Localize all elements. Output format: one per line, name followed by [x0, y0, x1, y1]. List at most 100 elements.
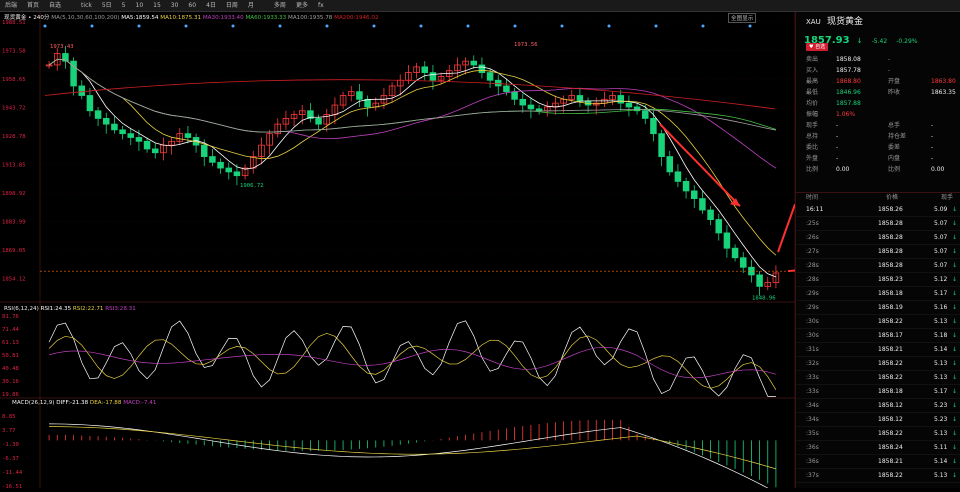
low-annotation: 1906.72	[240, 183, 264, 189]
candle-body	[143, 140, 151, 150]
quote-key: 外盘	[806, 155, 819, 162]
event-marker-icon	[137, 24, 141, 28]
top-toolbar: 后端 首页 自选 tick 5日 5 10 15 30 60 4日 日周月多周 更多 fx	[0, 0, 960, 12]
tick-price: 1858.19	[878, 304, 903, 311]
event-marker-icon	[90, 24, 94, 28]
diff-value: DIFF:-21.38	[56, 400, 89, 406]
kline-chart[interactable]: 1988.511988.511973.581973.581958.651958.…	[0, 12, 837, 492]
macd-title: MACD(26,12,9)	[12, 400, 55, 406]
rsi-info-line: RSI(6,12,24) RSI1:24.35 RSI2:22.71 RSI3:…	[4, 306, 136, 312]
tick-volume: 5.07	[934, 248, 948, 255]
chart-area[interactable]: 1988.511988.511973.581973.581958.651958.…	[0, 12, 837, 492]
tick-volume: 5.13	[934, 318, 948, 325]
quote-key: 比例	[806, 166, 819, 173]
down-arrow-icon: ↓	[856, 37, 863, 45]
toolbar-item[interactable]: 5日	[97, 0, 117, 11]
dea-value: DEA:-17.88	[89, 400, 122, 406]
candle-body	[650, 118, 657, 135]
ma60-value: MA60:1933.33	[245, 15, 287, 21]
toolbar-item[interactable]: 自选	[44, 0, 66, 11]
quote-value: -	[836, 155, 839, 162]
quote-row: 均价 1857.88	[796, 98, 960, 109]
toolbar-item[interactable]: 多周	[269, 0, 291, 11]
candle-body	[723, 232, 731, 249]
down-arrow-icon: ↓	[952, 346, 958, 353]
toolbar-item[interactable]: 15	[148, 0, 166, 11]
quote-value-2: 0.00	[931, 166, 945, 173]
rsi-axis-label: 50.81	[2, 353, 19, 359]
tick-volume: 5.16	[934, 304, 948, 311]
quote-key: 最高	[806, 78, 819, 85]
rsi-axis-label: 19.86	[2, 392, 19, 398]
event-marker-icon	[654, 24, 658, 28]
tick-row: :30s 1858.17 5.18 ↓	[796, 330, 960, 343]
tick-time: :36s	[806, 458, 819, 465]
quote-key-2: 开盘	[888, 78, 901, 85]
tick-volume: 5.14	[934, 458, 948, 465]
tick-row: :27s 1858.28 5.07 ↓	[796, 246, 960, 259]
tick-row: :28s 1858.28 5.07 ↓	[796, 260, 960, 273]
tick-time: :31s	[806, 346, 819, 353]
quote-row: 现手 - 总手 -	[796, 120, 960, 131]
high-annotation: 1973.43	[50, 44, 74, 50]
y-axis-label-left: 1958.65	[2, 77, 26, 83]
full-view-button[interactable]: 全图显示	[728, 13, 757, 23]
tick-row: :25s 1858.28 5.07 ↓	[796, 218, 960, 231]
candle-body	[486, 72, 494, 81]
quote-value: -	[836, 133, 839, 140]
down-arrow-icon: ↓	[952, 402, 958, 409]
toolbar-item[interactable]: 30	[166, 0, 184, 11]
rsi3-value: RSI3:28.31	[105, 306, 136, 312]
down-arrow-icon: ↓	[952, 416, 958, 423]
macd-axis-label: -11.44	[2, 470, 23, 476]
tick-volume: 5.07	[934, 220, 948, 227]
macd-dea-line	[49, 426, 777, 470]
down-arrow-icon: ↓	[952, 458, 958, 465]
y-axis-label-left: 1943.72	[2, 105, 26, 111]
tick-time: :26s	[806, 234, 819, 241]
toolbar-item[interactable]: 5	[117, 0, 131, 11]
event-marker-icon	[607, 24, 611, 28]
quote-key-2: 昨收	[888, 89, 901, 96]
tick-row: :28s 1858.23 5.12 ↓	[796, 274, 960, 287]
candle-body	[658, 133, 665, 157]
toolbar-item[interactable]: 日周	[221, 0, 243, 11]
quote-value: 1857.78	[836, 67, 861, 74]
candle-body	[503, 85, 510, 93]
toolbar-item[interactable]: 10	[131, 0, 149, 11]
toolbar-item[interactable]: 更多	[291, 0, 313, 11]
tick-time: :30s	[806, 332, 819, 339]
tick-price: 1858.22	[878, 430, 903, 437]
toolbar-item[interactable]: 月	[243, 0, 259, 11]
down-arrow-icon: ↓	[952, 290, 958, 297]
quote-key: 现手	[806, 122, 819, 129]
watchlist-badge[interactable]: ♥ 自选	[806, 43, 829, 51]
toolbar-item[interactable]: 首页	[22, 0, 44, 11]
toolbar-item[interactable]: 4日	[201, 0, 221, 11]
quote-key: 总持	[806, 133, 819, 140]
toolbar-item[interactable]: 后端	[0, 0, 22, 11]
ticks-header: 时间 价格 现手	[796, 192, 960, 203]
quote-key-2: -	[888, 67, 891, 74]
candle-body	[617, 95, 625, 104]
down-arrow-icon: ↓	[952, 262, 958, 269]
toolbar-item[interactable]: fx	[313, 0, 329, 11]
toolbar-item[interactable]: 60	[183, 0, 201, 11]
tick-time: :28s	[806, 262, 819, 269]
down-arrow-icon: ↓	[952, 206, 958, 213]
tick-row: :33s 1858.18 5.17 ↓	[796, 386, 960, 399]
toolbar-item[interactable]: tick	[76, 0, 97, 11]
tick-price: 1858.24	[878, 444, 903, 451]
tick-volume: 5.23	[934, 402, 948, 409]
rsi-axis-label: 40.48	[2, 366, 19, 372]
tick-row: :36s 1858.24 5.11 ↓	[796, 442, 960, 455]
candle-body	[690, 190, 698, 199]
event-marker-icon	[748, 24, 752, 28]
tick-row: :34s 1858.12 5.23 ↓	[796, 414, 960, 427]
quote-key-2: 持仓差	[888, 133, 907, 140]
ma100-line	[48, 58, 776, 133]
macd-axis-label: -1.30	[2, 442, 19, 448]
ma5-value: MA5:1859.54	[121, 15, 159, 21]
tick-time: :29s	[806, 290, 819, 297]
tick-volume: 5.13	[934, 374, 948, 381]
